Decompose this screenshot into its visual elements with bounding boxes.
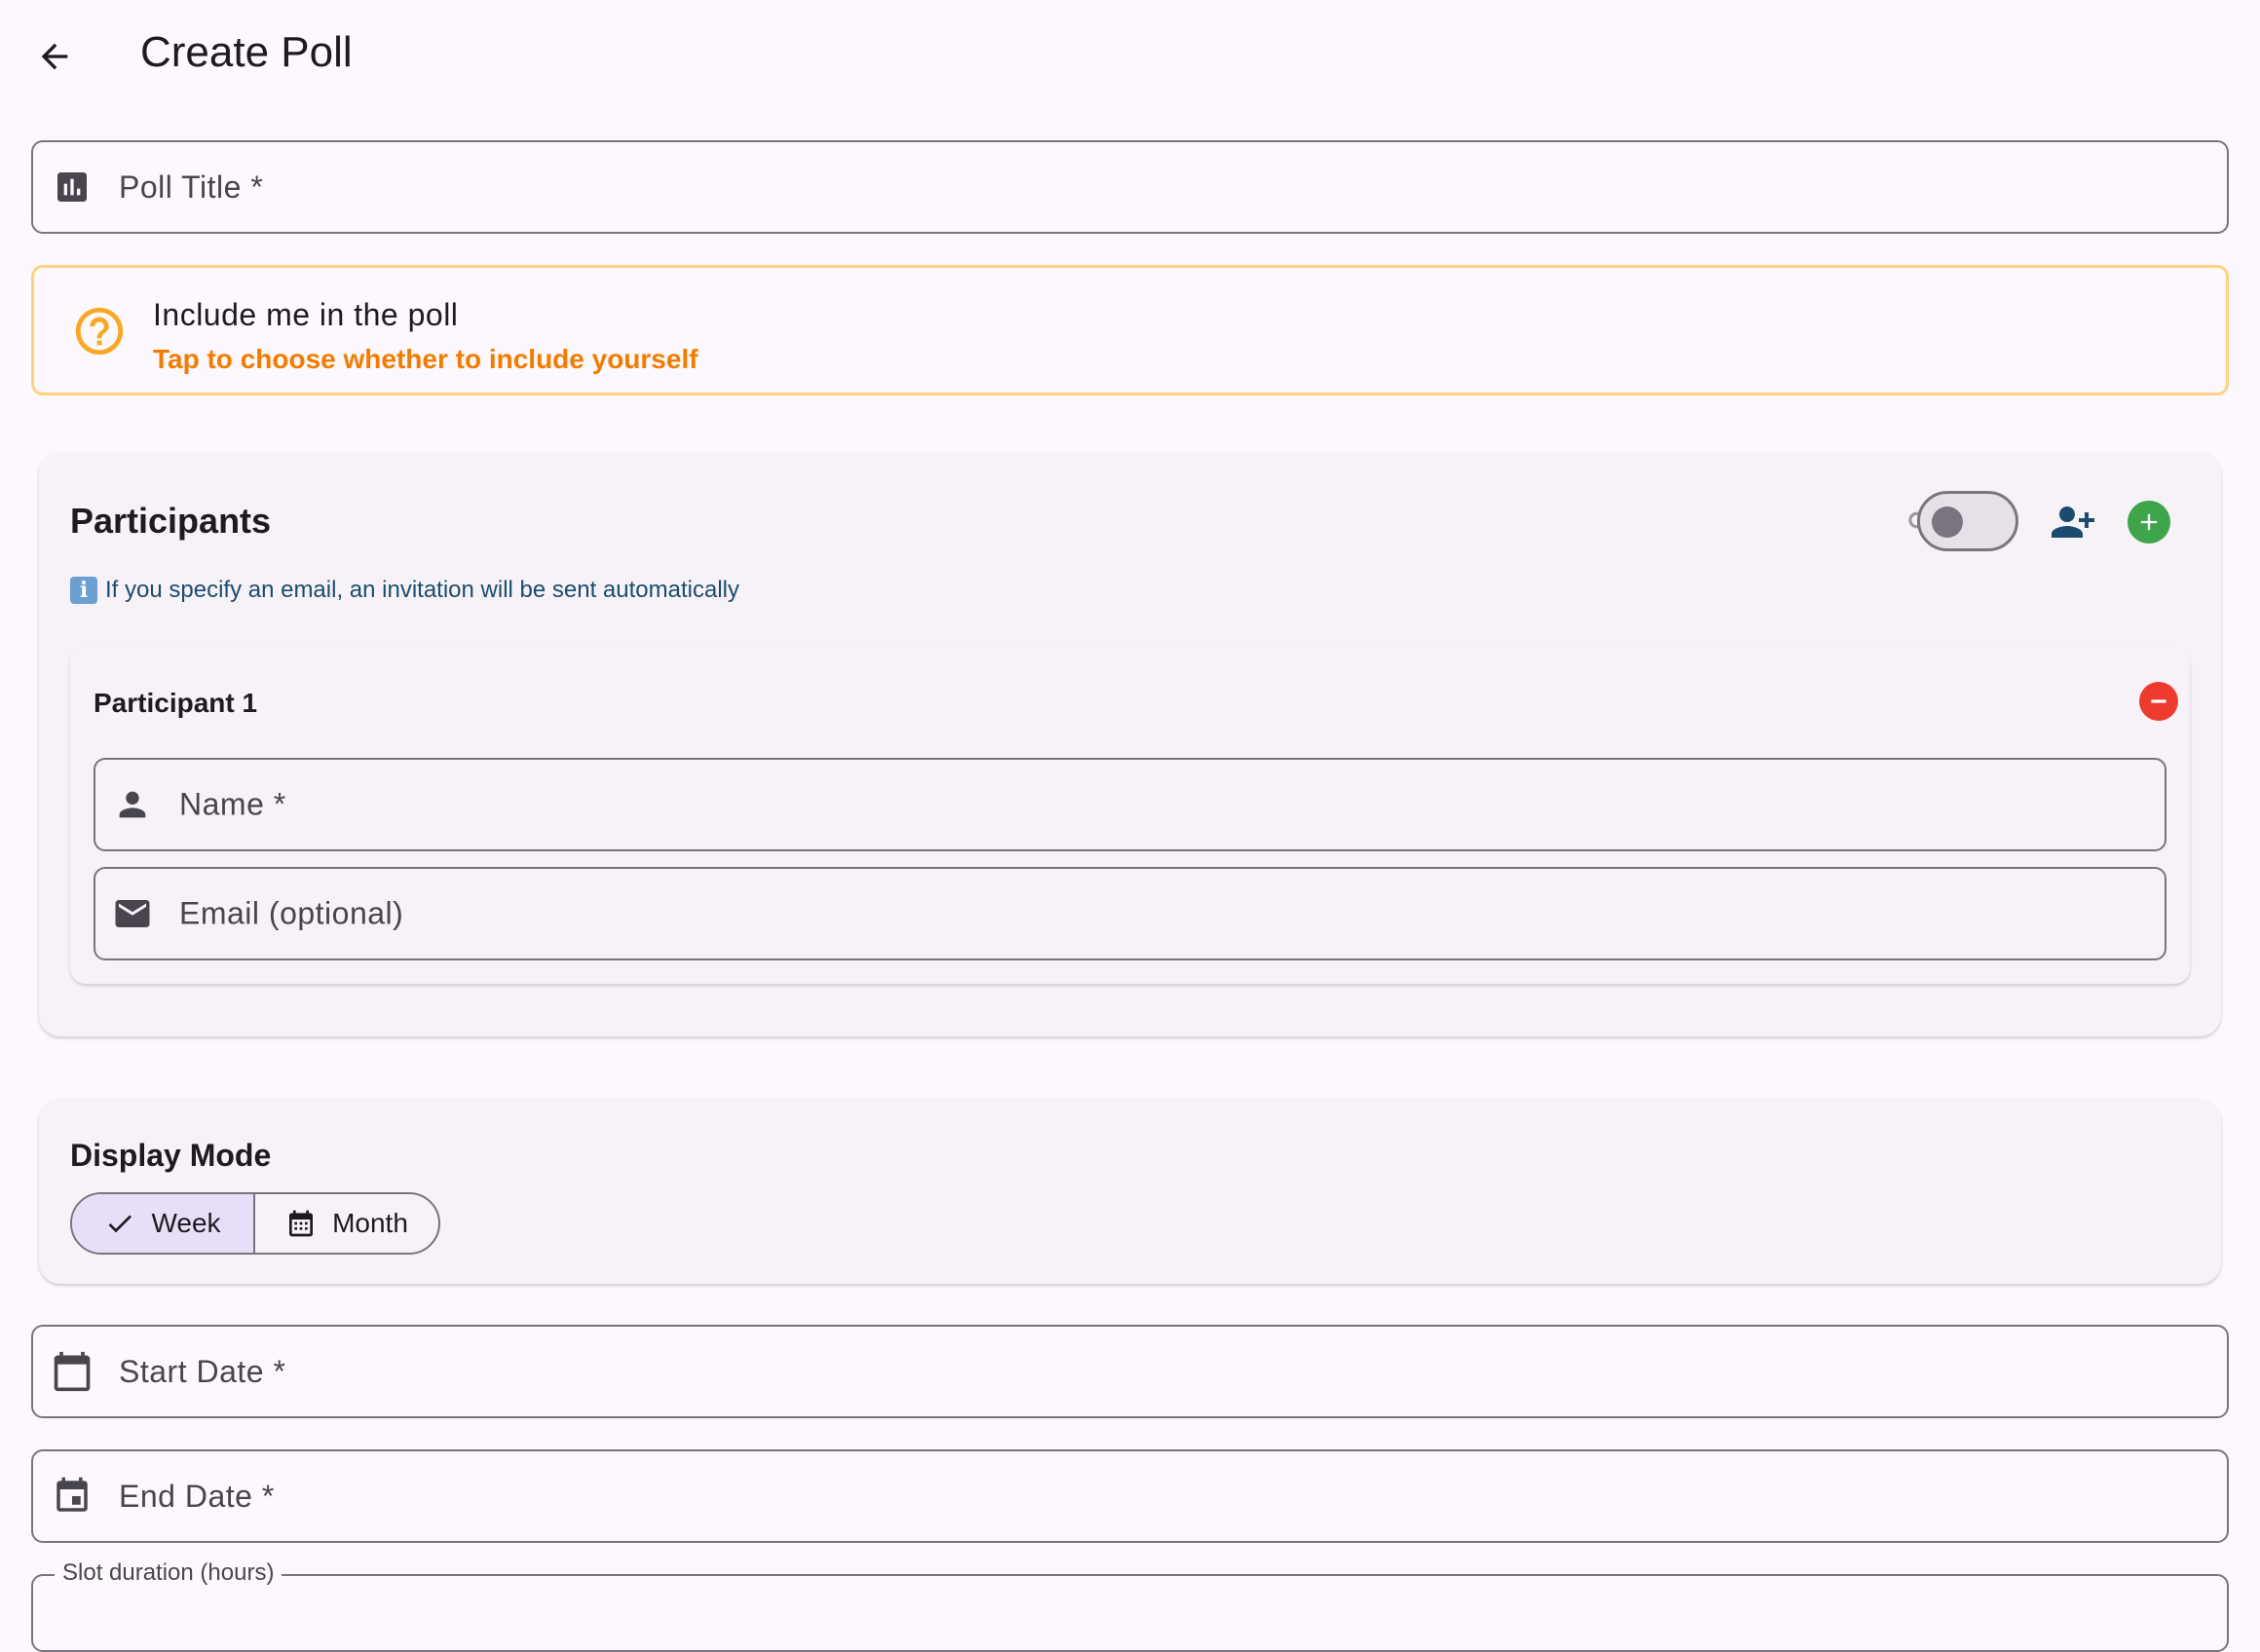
end-date-label: End Date * [119,1478,275,1514]
plus-icon [2140,513,2158,531]
person-icon [111,783,154,826]
event-icon [51,1475,94,1518]
participant-name-label: Name * [179,786,286,822]
remove-participant-button[interactable] [2139,682,2178,721]
participants-info-text: If you specify an email, an invitation w… [105,577,739,603]
participants-title: Participants [70,501,272,541]
participant-card: Participant 1 Name * Email (optional) [70,647,2190,984]
include-me-tile[interactable]: Include me in the poll Tap to choose whe… [31,265,2229,395]
participant-email-field[interactable]: Email (optional) [94,867,2166,960]
poll-icon [51,166,94,208]
display-mode-card: Display Mode Week Month [39,1099,2221,1284]
participant-title: Participant 1 [94,688,258,718]
include-me-title: Include me in the poll [153,297,459,332]
participant-email-label: Email (optional) [179,895,404,931]
email-icon [111,892,154,935]
minus-icon [2151,699,2166,703]
back-button[interactable] [25,27,84,86]
participants-info: i If you specify an email, an invitation… [70,577,739,604]
poll-title-label: Poll Title * [119,169,264,205]
check-icon [108,1215,132,1233]
start-date-label: Start Date * [119,1353,286,1389]
start-date-field[interactable]: Start Date * [31,1325,2229,1418]
page-title: Create Poll [140,28,353,76]
info-icon: i [70,577,97,604]
add-participant-button[interactable] [2128,501,2170,544]
segment-week-label: Week [151,1208,221,1238]
segment-month-label: Month [332,1208,408,1238]
segment-month[interactable]: Month [255,1194,438,1253]
poll-title-field[interactable]: Poll Title * [31,140,2229,234]
arrow-back-icon [41,43,68,70]
link-mode-toggle[interactable] [1917,491,2018,551]
slot-duration-label: Slot duration (hours) [55,1559,282,1587]
display-mode-title: Display Mode [70,1138,272,1173]
help-circle-icon [75,307,124,356]
segment-week[interactable]: Week [72,1194,255,1253]
display-mode-segmented: Week Month [70,1192,440,1255]
participants-card: Participants i If you specify an email, … [39,452,2221,1036]
calendar-month-icon [289,1210,314,1237]
end-date-field[interactable]: End Date * [31,1449,2229,1543]
calendar-icon [51,1350,94,1393]
toggle-knob [1932,507,1963,538]
participant-name-field[interactable]: Name * [94,758,2166,851]
add-person-icon[interactable] [2046,499,2096,545]
include-me-subtitle: Tap to choose whether to include yoursel… [153,344,698,374]
app-bar: Create Poll [0,0,2260,107]
slot-duration-field[interactable]: Slot duration (hours) [31,1559,2229,1652]
